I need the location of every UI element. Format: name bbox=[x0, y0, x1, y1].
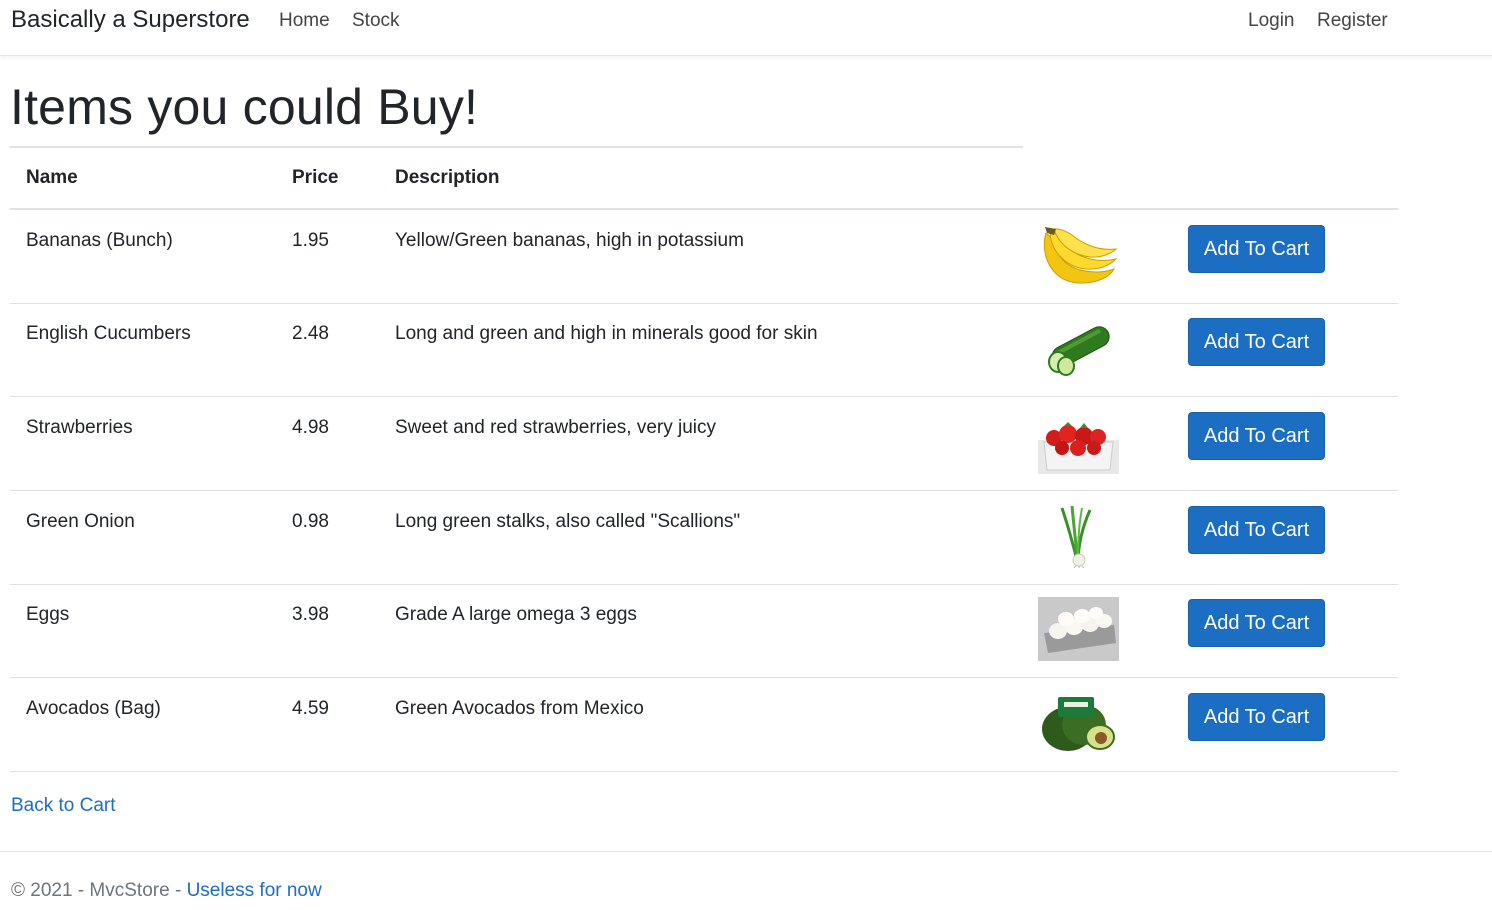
footer-text: © 2021 - MvcStore - Useless for now bbox=[11, 880, 322, 902]
table-top-divider bbox=[10, 146, 1023, 148]
page-title: Items you could Buy! bbox=[10, 79, 479, 135]
strawberries-image bbox=[1038, 410, 1119, 474]
add-to-cart-button[interactable]: Add To Cart bbox=[1188, 225, 1325, 273]
table-row: English Cucumbers 2.48 Long and green an… bbox=[10, 303, 1398, 397]
top-navbar: Basically a Superstore Home Stock Login … bbox=[0, 0, 1492, 56]
add-to-cart-button[interactable]: Add To Cart bbox=[1188, 412, 1325, 460]
footer-copyright: © 2021 - MvcStore - bbox=[11, 880, 187, 901]
item-name: Bananas (Bunch) bbox=[26, 230, 173, 251]
item-price: 3.98 bbox=[292, 604, 329, 625]
item-price: 4.98 bbox=[292, 417, 329, 438]
column-header-description: Description bbox=[395, 167, 500, 188]
footer: © 2021 - MvcStore - Useless for now bbox=[0, 851, 1492, 910]
item-description: Yellow/Green bananas, high in potassium bbox=[395, 230, 744, 251]
add-to-cart-button[interactable]: Add To Cart bbox=[1188, 318, 1325, 366]
nav-home-link[interactable]: Home bbox=[279, 10, 330, 32]
footer-link[interactable]: Useless for now bbox=[187, 880, 322, 901]
item-name: Strawberries bbox=[26, 417, 133, 438]
eggs-image bbox=[1038, 597, 1119, 661]
add-to-cart-button[interactable]: Add To Cart bbox=[1188, 693, 1325, 741]
column-header-price: Price bbox=[292, 167, 339, 188]
table-row: Strawberries 4.98 Sweet and red strawber… bbox=[10, 397, 1398, 491]
item-description: Long and green and high in minerals good… bbox=[395, 323, 818, 344]
item-price: 0.98 bbox=[292, 511, 329, 532]
cucumber-image bbox=[1038, 316, 1119, 380]
table-row: Eggs 3.98 Grade A large omega 3 eggs Add… bbox=[10, 584, 1398, 678]
add-to-cart-button[interactable]: Add To Cart bbox=[1188, 599, 1325, 647]
item-name: Eggs bbox=[26, 604, 70, 625]
add-to-cart-button[interactable]: Add To Cart bbox=[1188, 506, 1325, 554]
login-link[interactable]: Login bbox=[1248, 10, 1295, 32]
nav-stock-link[interactable]: Stock bbox=[352, 10, 400, 32]
item-price: 4.59 bbox=[292, 698, 329, 719]
register-link[interactable]: Register bbox=[1317, 10, 1388, 32]
item-description: Sweet and red strawberries, very juicy bbox=[395, 417, 717, 438]
back-to-cart-link[interactable]: Back to Cart bbox=[11, 795, 116, 817]
avocados-image bbox=[1038, 691, 1119, 755]
table-row: Green Onion 0.98 Long green stalks, also… bbox=[10, 491, 1398, 585]
item-name: English Cucumbers bbox=[26, 323, 191, 344]
table-row: Bananas (Bunch) 1.95 Yellow/Green banana… bbox=[10, 210, 1398, 304]
item-description: Green Avocados from Mexico bbox=[395, 698, 644, 719]
item-price: 2.48 bbox=[292, 323, 329, 344]
item-name: Green Onion bbox=[26, 511, 135, 532]
item-description: Grade A large omega 3 eggs bbox=[395, 604, 637, 625]
bananas-image bbox=[1038, 223, 1119, 287]
table-row: Avocados (Bag) 4.59 Green Avocados from … bbox=[10, 678, 1398, 772]
column-header-name: Name bbox=[26, 167, 78, 188]
item-description: Long green stalks, also called "Scallion… bbox=[395, 511, 741, 532]
item-price: 1.95 bbox=[292, 230, 329, 251]
brand-link[interactable]: Basically a Superstore bbox=[11, 6, 250, 34]
item-name: Avocados (Bag) bbox=[26, 698, 161, 719]
green-onion-image bbox=[1038, 504, 1119, 569]
